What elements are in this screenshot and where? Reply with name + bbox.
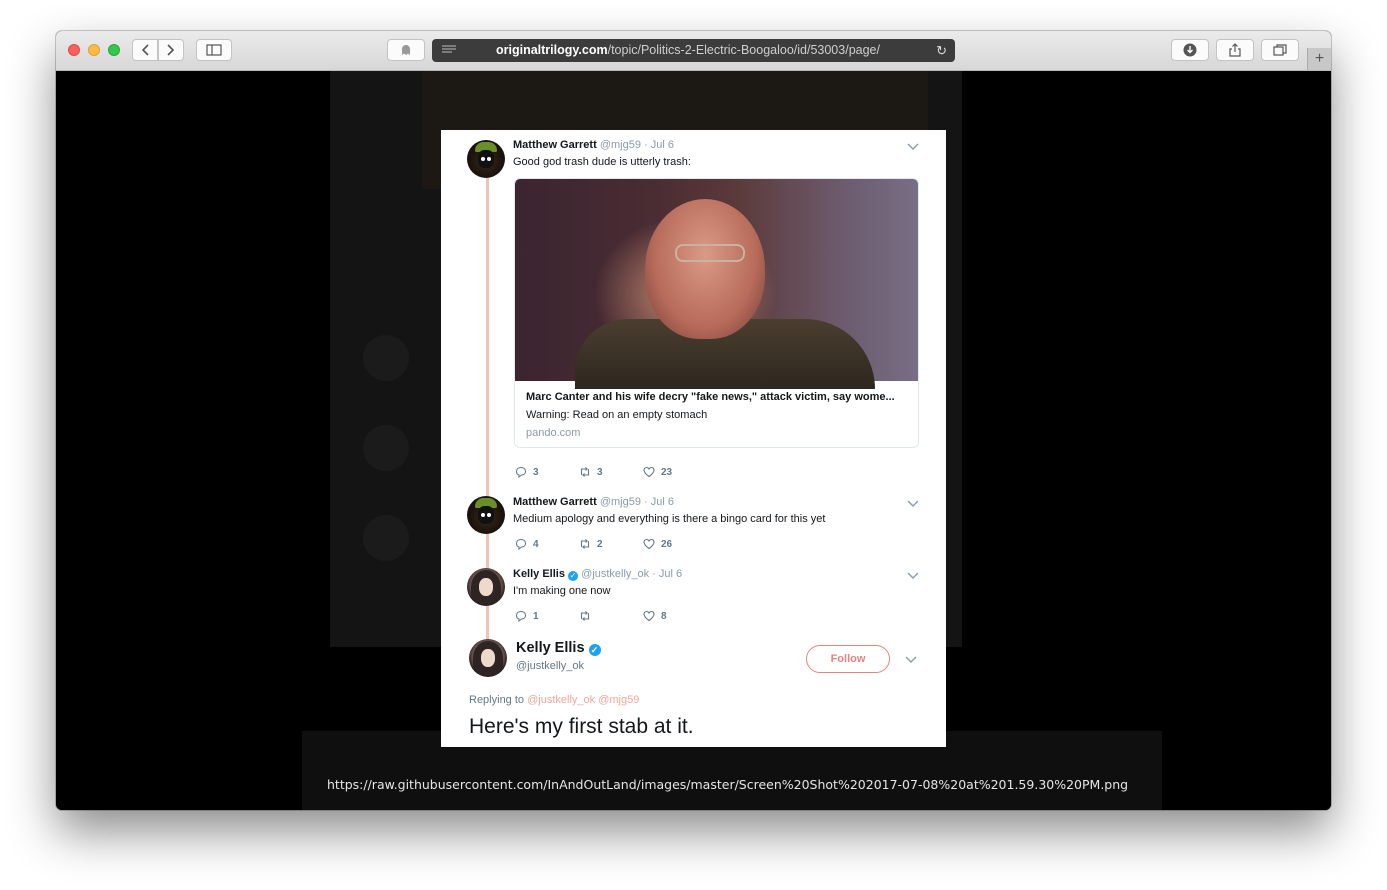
share-button[interactable] xyxy=(1216,39,1254,61)
replying-to: Replying to @justkelly_ok @mjg59 xyxy=(469,694,639,706)
dimmed-avatar xyxy=(363,335,409,381)
avatar xyxy=(467,568,505,606)
like-action[interactable]: 26 xyxy=(643,538,672,550)
link-card[interactable]: Marc Canter and his wife decry "fake new… xyxy=(514,178,919,448)
tweet-author-name: Matthew Garrett xyxy=(513,496,597,508)
follow-button[interactable]: Follow xyxy=(806,645,890,673)
reply-count: 4 xyxy=(533,539,539,550)
main-tweet-text: Here's my first stab at it. xyxy=(469,715,694,738)
like-action[interactable]: 8 xyxy=(643,610,667,622)
avatar xyxy=(467,140,505,178)
back-button[interactable] xyxy=(132,39,158,61)
download-icon xyxy=(1183,43,1197,57)
retweet-action[interactable]: 3 xyxy=(579,466,603,478)
reply-icon xyxy=(515,466,527,478)
main-tweet-avatar xyxy=(469,639,507,677)
reply-action[interactable]: 3 xyxy=(515,466,539,478)
tabs-icon xyxy=(1273,44,1287,56)
share-icon xyxy=(1229,43,1241,57)
chevron-down-icon[interactable] xyxy=(907,499,919,509)
tweet-screenshot[interactable]: Matthew Garrett @mjg59 · Jul 6 Good god … xyxy=(441,130,946,747)
reply-icon xyxy=(515,538,527,550)
close-window-button[interactable] xyxy=(68,44,80,56)
card-title: Marc Canter and his wife decry "fake new… xyxy=(526,391,895,403)
tweet-header: Kelly Ellis ✓ @justkelly_ok · Jul 6 xyxy=(513,568,682,581)
tweet-author-name: Kelly Ellis xyxy=(513,568,565,580)
image-url-caption: https://raw.githubusercontent.com/InAndO… xyxy=(327,777,1129,792)
address-bar[interactable]: originaltrilogy.com/topic/Politics-2-Ele… xyxy=(432,39,955,62)
reply-icon xyxy=(515,610,527,622)
replying-prefix: Replying to xyxy=(469,694,525,706)
reply-action[interactable]: 1 xyxy=(515,610,539,622)
tweet-author-handle: @mjg59 xyxy=(599,496,641,508)
sidebar-icon xyxy=(206,44,222,56)
tweet-text: I'm making one now xyxy=(513,585,611,597)
retweet-count: 2 xyxy=(597,539,603,550)
main-tweet-author-name: Kelly Ellis xyxy=(516,640,585,656)
zoom-window-button[interactable] xyxy=(108,44,120,56)
tweet-author-handle: @justkelly_ok xyxy=(581,568,650,580)
reply-count: 1 xyxy=(533,611,539,622)
forward-button[interactable] xyxy=(158,39,184,61)
dimmed-avatar xyxy=(363,515,409,561)
reader-icon[interactable] xyxy=(442,45,456,55)
chevron-right-icon xyxy=(167,44,175,56)
chevron-down-icon[interactable] xyxy=(905,655,917,665)
tweet-header: Matthew Garrett @mjg59 · Jul 6 xyxy=(513,496,674,508)
retweet-action[interactable]: 2 xyxy=(579,538,603,550)
tweet-date: · Jul 6 xyxy=(644,139,674,151)
new-tab-button[interactable]: + xyxy=(1307,48,1331,70)
tabs-overview-button[interactable] xyxy=(1261,39,1299,61)
retweet-icon xyxy=(580,467,590,477)
verified-badge-icon: ✓ xyxy=(568,571,579,581)
card-description: Warning: Read on an empty stomach xyxy=(526,409,708,421)
tweet-date: · Jul 6 xyxy=(652,568,683,580)
tweet-header: Matthew Garrett @mjg59 · Jul 6 xyxy=(513,139,674,151)
heart-icon xyxy=(643,610,655,622)
heart-icon xyxy=(643,466,655,478)
reload-icon[interactable]: ↻ xyxy=(936,43,947,59)
minimize-window-button[interactable] xyxy=(88,44,100,56)
replying-mentions[interactable]: @justkelly_ok @mjg59 xyxy=(527,694,639,706)
like-count: 23 xyxy=(661,467,673,478)
sidebar-button[interactable] xyxy=(196,39,232,61)
reply-action[interactable]: 4 xyxy=(515,538,539,550)
privacy-button[interactable] xyxy=(387,39,425,61)
like-action[interactable]: 23 xyxy=(643,466,672,478)
heart-icon xyxy=(643,538,655,550)
dimmed-avatar xyxy=(363,425,409,471)
retweet-icon xyxy=(580,611,590,621)
reply-count: 3 xyxy=(533,467,539,478)
ghost-icon xyxy=(402,45,410,55)
tweet-author-name: Matthew Garrett xyxy=(513,139,597,151)
chevron-down-icon[interactable] xyxy=(907,571,919,581)
chevron-left-icon xyxy=(141,44,149,56)
retweet-icon xyxy=(580,539,590,549)
like-count: 26 xyxy=(661,539,673,550)
tweet-text: Good god trash dude is utterly trash: xyxy=(513,156,691,168)
browser-window: originaltrilogy.com/topic/Politics-2-Ele… xyxy=(56,31,1331,810)
card-photo xyxy=(515,179,918,389)
chevron-down-icon[interactable] xyxy=(907,142,919,152)
main-tweet-handle: @justkelly_ok xyxy=(516,660,585,672)
downloads-button[interactable] xyxy=(1171,39,1209,61)
like-count: 8 xyxy=(661,611,667,622)
tweet-date: · Jul 6 xyxy=(644,496,674,508)
tweet-author-handle: @mjg59 xyxy=(599,139,641,151)
retweet-action[interactable] xyxy=(579,610,597,622)
verified-badge-icon: ✓ xyxy=(588,644,601,656)
avatar xyxy=(467,496,505,534)
retweet-count: 3 xyxy=(597,467,603,478)
url-path: /topic/Politics-2-Electric-Boogaloo/id/5… xyxy=(607,43,880,57)
plus-icon: + xyxy=(1314,50,1325,67)
url-text: originaltrilogy.com/topic/Politics-2-Ele… xyxy=(496,43,880,57)
card-domain: pando.com xyxy=(526,427,581,439)
url-host: originaltrilogy.com xyxy=(496,43,608,57)
title-bar: originaltrilogy.com/topic/Politics-2-Ele… xyxy=(56,31,1331,71)
tweet-text: Medium apology and everything is there a… xyxy=(513,513,826,525)
main-tweet-author: Kelly Ellis ✓ xyxy=(516,640,601,656)
